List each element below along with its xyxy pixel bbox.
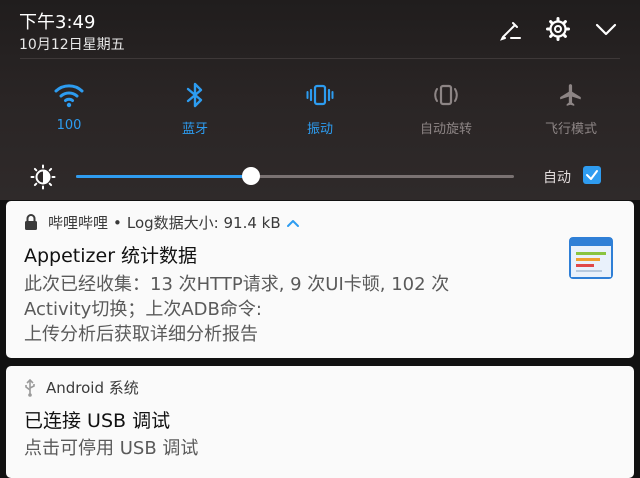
qs-tile-label: 自动旋转: [419, 122, 472, 137]
notification-body: 点击可停用 USB 调试: [24, 438, 199, 459]
notification-body-line: 上传分析后获取详细分析报告: [24, 324, 258, 345]
bluetooth-icon: [140, 78, 250, 112]
notification-card-android-system[interactable]: Android 系统 已连接 USB 调试 点击可停用 USB 调试: [6, 366, 634, 478]
qs-tile-label: 飞行模式: [544, 122, 597, 137]
edit-icon[interactable]: [496, 14, 526, 44]
notification-body-line: 此次已经收集：13 次HTTP请求, 9 次UI卡顿, 102 次: [24, 274, 450, 295]
brightness-slider-thumb[interactable]: [242, 167, 260, 185]
notification-card-bilibili[interactable]: 哔哩哔哩 • Log数据大小: 91.4 kB Appetizer 统计数据 此…: [6, 201, 634, 358]
qs-tile-auto-rotate[interactable]: 自动旋转: [391, 78, 501, 137]
vibrate-icon: [265, 78, 375, 112]
notification-header: Android 系统: [24, 377, 139, 398]
qs-tile-wifi[interactable]: 100: [14, 78, 124, 133]
clock-time: 下午3:49: [19, 12, 96, 33]
notification-title: Appetizer 统计数据: [24, 245, 198, 267]
airplane-icon: [516, 78, 626, 112]
brightness-slider-fill: [76, 175, 251, 178]
header-divider: [20, 58, 620, 59]
qs-tile-label: 100: [56, 118, 82, 133]
notification-subtext: Log数据大小: 91.4 kB: [126, 214, 281, 232]
brightness-control: 自动: [0, 158, 640, 194]
notification-app-name: 哔哩哔哩: [48, 214, 109, 232]
quick-settings-row: 100 蓝牙 振动 自动旋转 飞行模式: [0, 78, 640, 138]
lock-icon: [24, 214, 38, 231]
qs-tile-label: 振动: [306, 122, 333, 137]
qs-tile-bluetooth[interactable]: 蓝牙: [140, 78, 250, 137]
checkmark-icon: [586, 170, 598, 180]
notification-body-line: Activity切换；上次ADB命令:: [24, 299, 262, 320]
usb-icon: [24, 378, 36, 397]
auto-brightness-checkbox[interactable]: [583, 166, 601, 184]
brightness-icon: [30, 164, 56, 190]
wifi-icon: [14, 78, 124, 112]
auto-brightness-label: 自动: [543, 170, 571, 186]
stats-report-icon: [569, 237, 613, 279]
qs-tile-airplane[interactable]: 飞行模式: [516, 78, 626, 137]
qs-tile-vibrate[interactable]: 振动: [265, 78, 375, 137]
notification-title: 已连接 USB 调试: [24, 410, 171, 432]
settings-icon[interactable]: [543, 14, 573, 44]
notification-body: 此次已经收集：13 次HTTP请求, 9 次UI卡顿, 102 次 Activi…: [24, 272, 554, 347]
date-label: 10月12日星期五: [19, 37, 125, 53]
chevron-down-icon[interactable]: [591, 14, 621, 44]
header-separator: •: [113, 213, 122, 232]
notification-header: 哔哩哔哩 • Log数据大小: 91.4 kB: [24, 212, 300, 233]
qs-tile-label: 蓝牙: [181, 122, 208, 137]
auto-rotate-icon: [391, 78, 501, 112]
notification-app-name: Android 系统: [46, 379, 139, 397]
expand-chevron-icon[interactable]: [286, 218, 300, 228]
